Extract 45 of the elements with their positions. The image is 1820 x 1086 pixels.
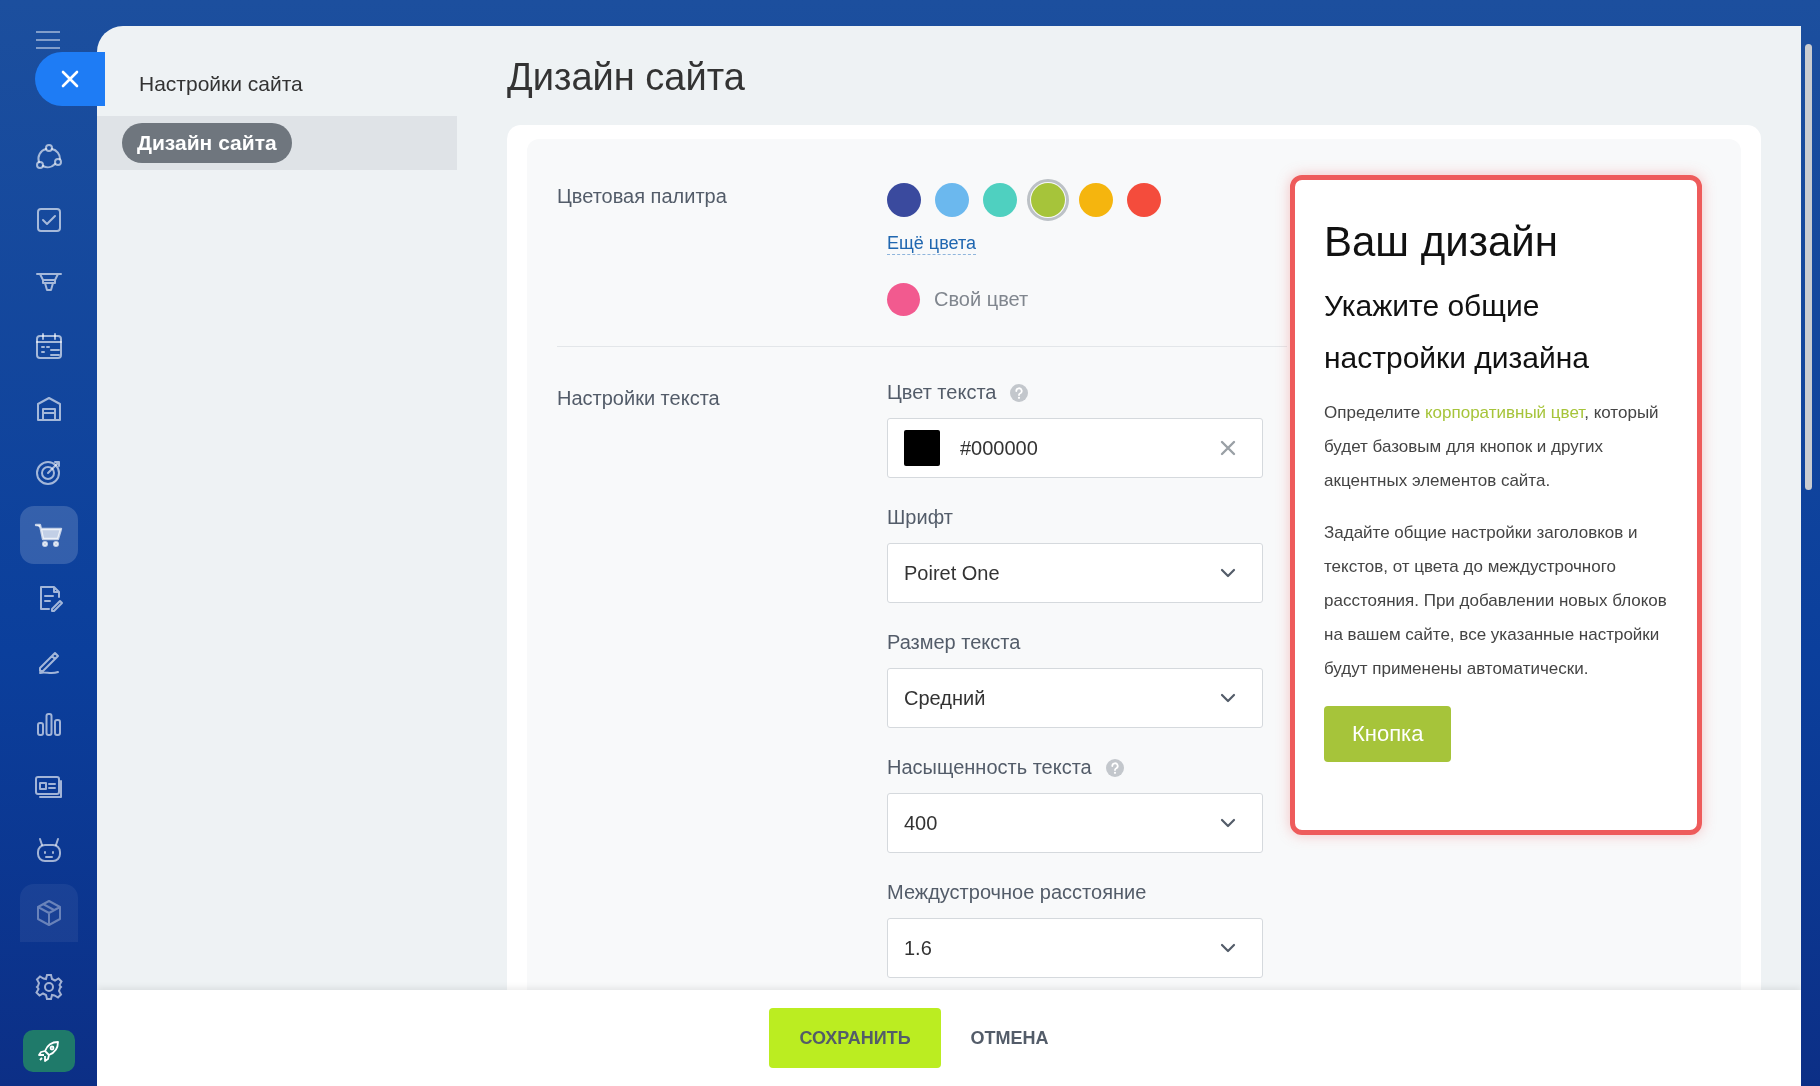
calendar-icon [33,331,64,361]
chevron-down-icon [1220,693,1236,703]
color-value: #000000 [960,436,1039,460]
preview-subtitle: Укажите общие настройки дизайна [1324,288,1591,376]
save-button[interactable]: СОХРАНИТЬ [769,1008,941,1068]
field-label: Цвет текста [887,381,997,404]
dropdown[interactable]: 1.6 [887,918,1263,978]
dropdown-value: Средний [904,686,987,710]
chevron-down-icon [1220,818,1236,828]
chevron-down-icon [1220,943,1236,953]
clear-icon[interactable] [1220,440,1236,456]
menu-item[interactable]: Дизайн сайта [122,123,292,163]
dropdown-value: 1.6 [904,936,933,960]
dropdown[interactable]: 400 [887,793,1263,853]
custom-color-swatch[interactable] [887,283,920,316]
custom-color-label: Свой цвет [934,288,1029,311]
rocket-button[interactable] [22,1030,75,1072]
menu-title: Настройки сайта [138,72,304,96]
preview-paragraph: Задайте общие настройки заголовков и текстов, от цвета до междустрочного расстояния. При добавлении новых блоков на вашем сайте, все указанные настройки будут применены автоматически. [1324,522,1668,680]
page-title: Дизайн сайта [507,56,746,99]
field-label: Междустрочное расстояние [887,881,1147,904]
settings-icon [33,972,64,1002]
scrollbar[interactable] [1805,44,1812,490]
close-icon [60,69,80,89]
field-label: Насыщенность текста [887,756,1092,779]
color-swatch[interactable] [1027,179,1069,221]
more-colors-link[interactable]: Ещё цвета [887,233,976,255]
field-label: Шрифт [887,506,953,529]
preview-title: Ваш дизайн [1324,218,1559,266]
preview-paragraph: Определите корпоративный цвет, который будет базовым для кнопок и других акцентных элементов сайта. [1324,402,1660,492]
dropdown-value: Poiret One [904,561,1001,585]
field-label: Размер текста [887,631,1021,654]
rocket-icon [36,1039,61,1063]
dropdown[interactable]: Средний [887,668,1263,728]
nodes-icon [33,142,64,172]
section-label: Настройки текста [557,386,721,411]
nav-item[interactable] [19,506,78,564]
close-button[interactable] [35,52,105,106]
chevron-down-icon [1220,568,1236,578]
cancel-button[interactable]: ОТМЕНА [950,1008,1069,1068]
color-input[interactable]: #000000 [887,418,1263,478]
section-label: Цветовая палитра [557,184,728,209]
dropdown[interactable]: Poiret One [887,543,1263,603]
dropdown-value: 400 [904,811,939,835]
menu-icon[interactable] [34,30,61,50]
